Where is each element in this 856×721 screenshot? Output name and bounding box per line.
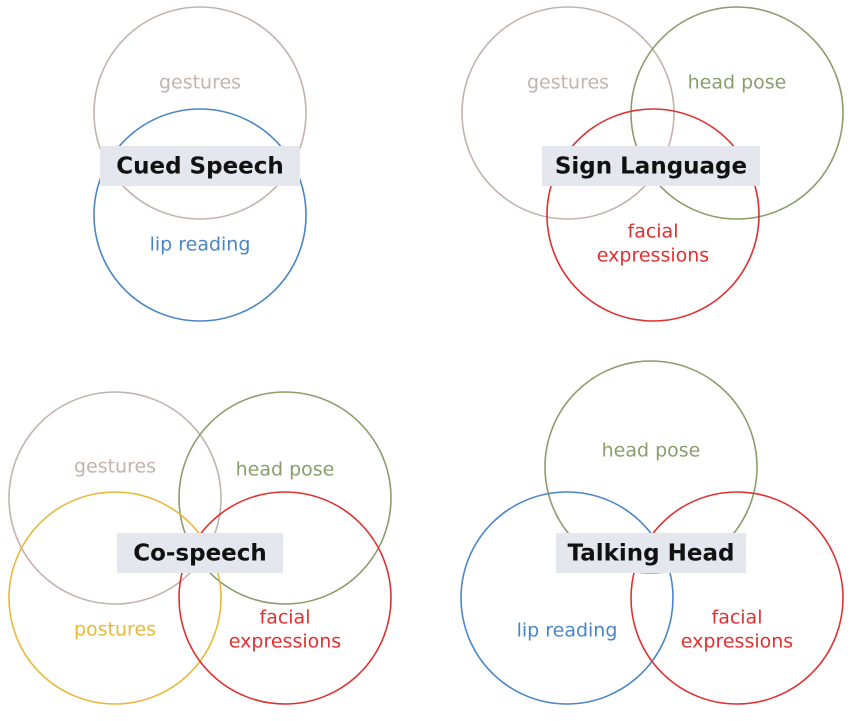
venn-cued-speech: gestures lip reading Cued Speech	[93, 6, 307, 322]
circle-gestures	[93, 6, 307, 220]
label-gestures: gestures	[159, 72, 241, 94]
circle-gestures	[461, 6, 675, 220]
venn-co-speech: gestures head pose postures facialexpressio…	[8, 391, 392, 705]
label-facial-expressions: facial	[712, 607, 763, 629]
label-lip-reading: lip reading	[517, 620, 618, 642]
label-postures: postures	[74, 619, 156, 641]
circle-facial-expressions	[178, 491, 392, 705]
label-head-pose: head pose	[602, 440, 701, 462]
label-gestures: gestures	[74, 456, 156, 478]
label-facial-expressions: expressions	[681, 631, 793, 653]
diagram-title: Talking Head	[568, 541, 735, 567]
venn-diagrams-canvas: gestures lip reading Cued Speech gestures he…	[8, 6, 844, 705]
label-gestures: gestures	[527, 72, 609, 94]
venn-sign-language: gestures head pose facialexpressions Sign L…	[461, 6, 844, 322]
circle-facial-expressions	[546, 108, 760, 322]
diagram-title: Co-speech	[133, 541, 267, 567]
circle-postures	[8, 491, 222, 705]
circle-lip-reading	[460, 491, 674, 705]
label-facial-expressions: facial	[260, 607, 311, 629]
diagram-title: Sign Language	[555, 154, 747, 180]
label-head-pose: head pose	[688, 72, 787, 94]
label-facial-expressions: expressions	[229, 631, 341, 653]
label-facial-expressions: facial	[628, 221, 679, 243]
venn-talking-head: head pose lip reading facialexpressions Tal…	[460, 360, 844, 705]
circle-head-pose	[630, 6, 844, 220]
label-head-pose: head pose	[236, 459, 335, 481]
circle-lip-reading	[93, 108, 307, 322]
diagram-title: Cued Speech	[116, 154, 284, 180]
label-facial-expressions: expressions	[597, 245, 709, 267]
label-lip-reading: lip reading	[150, 234, 251, 256]
circle-facial-expressions	[630, 491, 844, 705]
